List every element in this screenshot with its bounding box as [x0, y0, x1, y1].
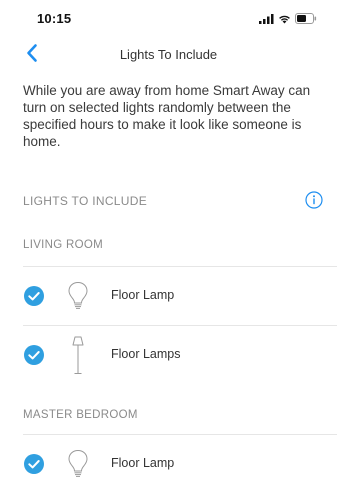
light-bulb-icon	[68, 449, 88, 477]
room-title: LIVING ROOM	[23, 239, 103, 251]
checkmark-icon[interactable]	[24, 345, 44, 365]
wifi-icon	[279, 15, 290, 23]
light-label: Floor Lamp	[111, 288, 175, 302]
light-row-floor-lamp[interactable]: Floor Lamp	[0, 435, 337, 493]
section-title: LIGHTS TO INCLUDE	[23, 194, 148, 208]
checkmark-icon[interactable]	[24, 286, 44, 306]
light-row-floor-lamp[interactable]: Floor Lamp	[0, 267, 337, 325]
status-time: 10:15	[37, 11, 72, 26]
light-row-floor-lamps[interactable]: Floor Lamps	[0, 326, 337, 384]
navigation-bar: Lights To Include	[0, 36, 337, 72]
cellular-signal-icon	[259, 13, 274, 24]
light-label: Floor Lamps	[111, 347, 181, 361]
light-label: Floor Lamp	[111, 456, 175, 470]
page-title: Lights To Include	[119, 47, 218, 62]
room-header-living-room: LIVING ROOM	[0, 239, 337, 259]
intro-description: While you are away from home Smart Away …	[23, 83, 311, 149]
room-header-master-bedroom: MASTER BEDROOM	[0, 409, 337, 429]
room-title: MASTER BEDROOM	[23, 409, 138, 421]
status-icons	[259, 13, 317, 24]
battery-icon	[295, 13, 317, 24]
light-bulb-icon	[68, 281, 88, 309]
info-button[interactable]	[305, 191, 323, 209]
status-bar: 10:15	[0, 0, 337, 36]
section-header: LIGHTS TO INCLUDE	[0, 179, 337, 219]
info-circle-icon	[305, 191, 323, 209]
checkmark-icon[interactable]	[24, 454, 44, 474]
floor-lamp-icon	[72, 336, 84, 374]
